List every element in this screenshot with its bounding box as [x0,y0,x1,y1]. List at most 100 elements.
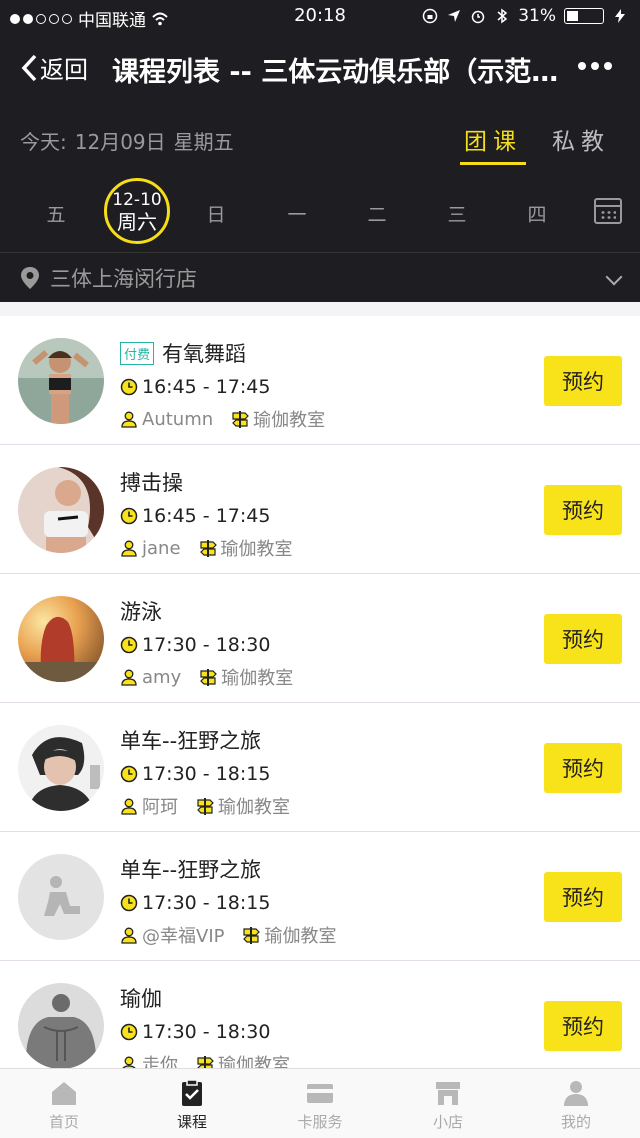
today-prefix: 今天: [20,130,67,154]
battery-icon [564,8,604,24]
course-row[interactable]: 单车--狂野之旅 17:30 - 18:15 @幸福VIP 瑜伽教室 预约 [0,832,640,961]
course-row[interactable]: 瑜伽 17:30 - 18:30 走你 瑜伽教室 预约 [0,961,640,1068]
location-pin-icon [21,266,39,289]
store-name: 三体上海闵行店 [50,266,197,291]
course-name: 搏击操 [120,471,183,495]
course-list: 付费 有氧舞蹈 16:45 - 17:45 Autumn 瑜伽教室 预约 搏击操 16:45 … [0,316,640,1068]
room-sign-icon [197,798,214,815]
course-row[interactable]: 单车--狂野之旅 17:30 - 18:15 阿珂 瑜伽教室 预约 [0,703,640,832]
back-button[interactable]: 返回 [20,50,88,85]
tab-shop[interactable]: 小店 [384,1069,512,1138]
coach-name: 走你 [142,1055,178,1068]
course-title: 游泳 [120,596,162,626]
book-button[interactable]: 预约 [544,872,622,922]
course-title: 付费 有氧舞蹈 [120,338,246,368]
tab-home-label: 首页 [48,1113,79,1131]
tab-courses-label: 课程 [176,1113,207,1131]
book-button[interactable]: 预约 [544,1001,622,1051]
coach-name: 阿珂 [142,797,178,818]
schedule-header: 今天: 12月09日 星期五 团课 私教 五 12-10 周六 日 一 二 三 四 … [0,100,640,302]
today-weekday: 星期五 [173,130,234,154]
day-sun[interactable]: 日 [196,200,236,227]
coach-icon [121,798,137,815]
coach-icon [121,669,137,686]
chevron-left-icon [21,54,37,81]
course-name: 瑜伽 [120,987,162,1011]
clock-icon [120,378,138,396]
selected-weekday: 周六 [117,210,157,234]
selected-date: 12-10 [112,190,162,210]
page-title: 课程列表 -- 三体云动俱乐部（示范馆） [112,57,562,88]
tab-private-class[interactable]: 私教 [548,122,614,165]
tab-card-service[interactable]: 卡服务 [256,1069,384,1138]
room-name: 瑜伽教室 [221,668,294,689]
tab-group-class[interactable]: 团课 [460,122,526,165]
book-button[interactable]: 预约 [544,614,622,664]
day-tue[interactable]: 二 [357,200,397,227]
lock-rotation-icon [422,8,438,24]
day-mon[interactable]: 一 [277,200,317,227]
coach-avatar [18,596,104,682]
room-sign-icon [243,927,261,944]
day-selected[interactable]: 12-10 周六 [104,178,170,244]
course-row[interactable]: 游泳 17:30 - 18:30 amy 瑜伽教室 预约 [0,574,640,703]
home-icon [52,1082,76,1105]
course-time: 16:45 - 17:45 [142,376,271,398]
clipboard-check-icon [182,1079,202,1106]
coach-name: Autumn [142,408,214,430]
tab-mine-label: 我的 [560,1113,591,1131]
room-name: 瑜伽教室 [218,797,290,818]
course-row[interactable]: 搏击操 16:45 - 17:45 jane 瑜伽教室 预约 [0,445,640,574]
course-time: 17:30 - 18:15 [142,892,271,914]
room-name: 瑜伽教室 [218,1055,290,1068]
book-button[interactable]: 预约 [544,356,622,406]
book-button[interactable]: 预约 [544,743,622,793]
course-title: 搏击操 [120,467,183,497]
week-selector: 五 12-10 周六 日 一 二 三 四 [0,178,640,262]
day-thu[interactable]: 四 [517,200,557,227]
coach-icon [121,927,137,944]
clock-icon [120,1023,138,1041]
paid-tag: 付费 [120,341,155,365]
course-title: 单车--狂野之旅 [120,725,261,755]
day-fri[interactable]: 五 [36,200,76,227]
course-name: 单车--狂野之旅 [120,858,262,882]
tab-mine[interactable]: 我的 [512,1069,640,1138]
coach-avatar [18,983,104,1068]
clock-icon [120,765,138,783]
card-icon [307,1084,333,1103]
course-name: 有氧舞蹈 [162,342,247,366]
tab-shop-label: 小店 [432,1113,463,1131]
bluetooth-icon [497,8,508,24]
tab-home[interactable]: 首页 [0,1069,128,1138]
room-sign-icon [197,1056,214,1068]
course-time-row: 17:30 - 18:15 [120,763,270,785]
course-name: 单车--狂野之旅 [120,729,262,753]
person-icon [564,1081,588,1106]
today-date: 12月09日 [74,130,166,154]
book-button[interactable]: 预约 [544,485,622,535]
status-bar: 中国联通 20:18 31% [0,0,640,34]
mode-tabs: 团课 私教 [460,122,614,165]
room-name: 瑜伽教室 [264,926,337,947]
course-time: 17:30 - 18:30 [142,634,271,656]
coach-avatar [18,854,104,940]
room-sign-icon [200,669,218,686]
course-time-row: 17:30 - 18:30 [120,634,270,656]
coach-icon [121,411,137,428]
course-time-row: 17:30 - 18:30 [120,1021,270,1043]
course-meta: @幸福VIP 瑜伽教室 [120,922,336,948]
calendar-icon[interactable] [594,198,622,224]
alarm-icon [471,10,485,24]
chevron-down-icon [605,268,623,286]
course-meta: 阿珂 瑜伽教室 [120,793,290,819]
course-time-row: 16:45 - 17:45 [120,376,270,398]
day-wed[interactable]: 三 [437,200,477,227]
store-selector[interactable]: 三体上海闵行店 [0,252,640,302]
tab-courses[interactable]: 课程 [128,1069,256,1138]
more-menu-button[interactable] [578,62,612,70]
coach-icon [122,1056,136,1068]
course-row[interactable]: 付费 有氧舞蹈 16:45 - 17:45 Autumn 瑜伽教室 预约 [0,316,640,445]
tab-card-service-label: 卡服务 [297,1113,343,1131]
course-time-row: 17:30 - 18:15 [120,892,270,914]
